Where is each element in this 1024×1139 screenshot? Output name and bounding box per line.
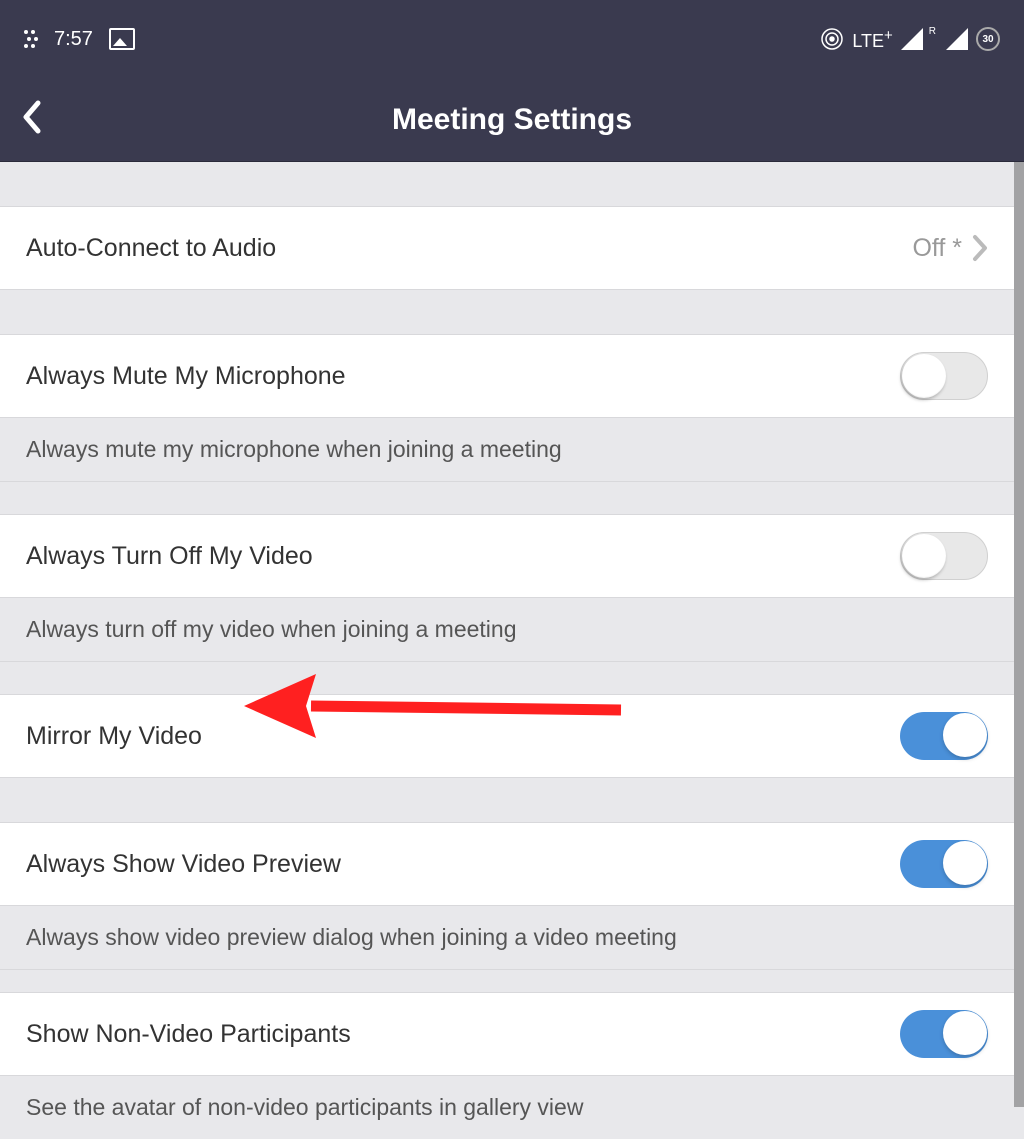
toggle-mirror-video[interactable] — [900, 712, 988, 760]
toggle-mute-microphone[interactable] — [900, 352, 988, 400]
blackberry-icon — [24, 30, 38, 48]
annotation-arrow — [236, 666, 626, 746]
signal-icon — [901, 28, 923, 50]
setting-desc: See the avatar of non-video participants… — [0, 1076, 1014, 1139]
setting-label: Show Non-Video Participants — [26, 1020, 351, 1049]
setting-label: Always Turn Off My Video — [26, 542, 313, 571]
setting-desc: Always show video preview dialog when jo… — [0, 906, 1014, 970]
roaming-badge: R — [929, 26, 936, 37]
chevron-right-icon — [972, 234, 988, 262]
toggle-non-video-participants[interactable] — [900, 1010, 988, 1058]
setting-value-text: Off * — [912, 234, 962, 263]
nav-header: Meeting Settings — [0, 78, 1024, 162]
network-label: LTE+ — [852, 27, 892, 52]
setting-label: Always Mute My Microphone — [26, 362, 346, 391]
hotspot-icon — [820, 27, 844, 51]
status-right: LTE+ R 30 — [820, 27, 1000, 52]
status-time: 7:57 — [54, 28, 93, 51]
scrollbar[interactable] — [1014, 162, 1024, 1107]
signal-icon-2 — [946, 28, 968, 50]
settings-content: Auto-Connect to Audio Off * Always Mute … — [0, 162, 1014, 1139]
toggle-turn-off-video[interactable] — [900, 532, 988, 580]
setting-turn-off-video: Always Turn Off My Video — [0, 514, 1014, 598]
status-left: 7:57 — [24, 28, 135, 51]
image-icon — [109, 28, 135, 50]
setting-label: Always Show Video Preview — [26, 850, 341, 879]
setting-video-preview: Always Show Video Preview — [0, 822, 1014, 906]
setting-mute-microphone: Always Mute My Microphone — [0, 334, 1014, 418]
back-button[interactable] — [20, 99, 42, 140]
page-title: Meeting Settings — [0, 103, 1024, 137]
setting-desc: Always mute my microphone when joining a… — [0, 418, 1014, 482]
battery-badge: 30 — [976, 27, 1000, 51]
setting-non-video-participants: Show Non-Video Participants — [0, 992, 1014, 1076]
setting-label: Auto-Connect to Audio — [26, 234, 276, 263]
status-bar: 7:57 LTE+ R 30 — [0, 0, 1024, 78]
toggle-video-preview[interactable] — [900, 840, 988, 888]
setting-desc: Always turn off my video when joining a … — [0, 598, 1014, 662]
setting-label: Mirror My Video — [26, 722, 202, 751]
setting-auto-connect-audio[interactable]: Auto-Connect to Audio Off * — [0, 206, 1014, 290]
